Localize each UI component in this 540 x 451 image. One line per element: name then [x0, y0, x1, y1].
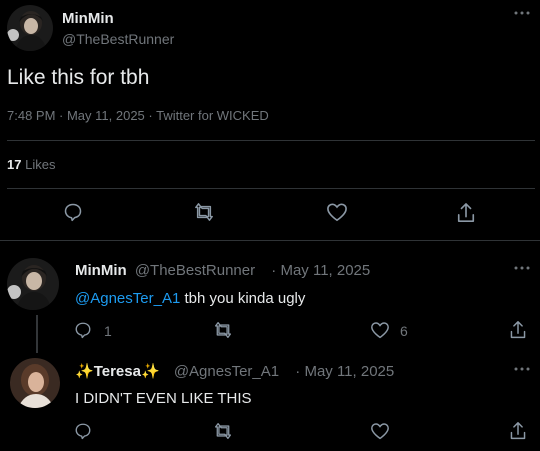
tweet-meta: 7:48 PM · May 11, 2025 · Twitter for WIC…	[7, 108, 269, 123]
reply-icon[interactable]	[63, 202, 83, 222]
like-icon[interactable]	[370, 321, 390, 339]
reply-author-name[interactable]: MinMin	[75, 262, 127, 279]
reply-icon[interactable]	[74, 321, 92, 339]
reply-header: ✨Teresa✨ @AgnesTer_A1 · May 11, 2025	[75, 362, 394, 380]
share-icon[interactable]	[509, 421, 527, 441]
divider	[0, 240, 540, 241]
like-count: 6	[400, 323, 408, 339]
more-options-icon[interactable]	[513, 366, 531, 372]
likes-count: 17	[7, 157, 22, 172]
thread-line	[36, 315, 38, 353]
author-handle[interactable]: @TheBestRunner	[62, 31, 174, 47]
reply-count: 1	[104, 323, 112, 339]
divider	[7, 140, 535, 141]
swirl-emoji-icon: ✨	[140, 363, 160, 380]
reply-date[interactable]: · May 11, 2025	[271, 262, 370, 279]
avatar[interactable]	[10, 358, 60, 408]
more-options-icon[interactable]	[513, 265, 531, 271]
like-icon[interactable]	[370, 422, 390, 440]
retweet-icon[interactable]	[193, 202, 215, 222]
like-icon[interactable]	[326, 202, 348, 222]
reply-author-handle[interactable]: @TheBestRunner	[135, 262, 255, 279]
avatar[interactable]	[7, 5, 53, 51]
tweet-text: Like this for tbh	[7, 66, 150, 89]
likes-label: Likes	[25, 157, 56, 172]
divider	[7, 188, 535, 189]
retweet-icon[interactable]	[213, 422, 233, 440]
reply-text: @AgnesTer_A1 tbh you kinda ugly	[75, 290, 305, 307]
reply-icon[interactable]	[74, 422, 92, 440]
reply-body: tbh you kinda ugly	[180, 290, 306, 307]
reply-author-name[interactable]: Teresa	[94, 363, 141, 380]
reply-header: MinMin @TheBestRunner · May 11, 2025	[75, 262, 370, 279]
avatar[interactable]	[7, 258, 59, 310]
author-name[interactable]: MinMin	[62, 10, 114, 27]
retweet-icon[interactable]	[213, 321, 233, 339]
share-icon[interactable]	[509, 320, 527, 340]
reply-body: I DIDN'T EVEN LIKE THIS	[75, 390, 252, 407]
mention-link[interactable]: @AgnesTer_A1	[75, 290, 180, 307]
reply-date[interactable]: · May 11, 2025	[295, 363, 394, 380]
reply-author-handle[interactable]: @AgnesTer_A1	[174, 363, 279, 380]
likes-stat[interactable]: 17 Likes	[7, 157, 55, 172]
more-options-icon[interactable]	[513, 10, 531, 16]
swirl-emoji-icon: ✨	[75, 363, 94, 380]
share-icon[interactable]	[456, 202, 476, 224]
